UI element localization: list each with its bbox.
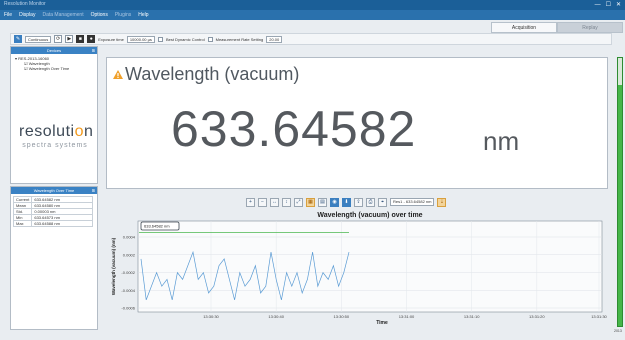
y-tick-label: -0.0006 — [121, 306, 135, 311]
print-icon[interactable]: ⎙ — [366, 197, 375, 207]
zoom-in-icon[interactable]: + — [246, 197, 255, 207]
minimize-button[interactable]: — — [595, 0, 601, 10]
table-row: Max 633.64588 nm — [12, 220, 93, 227]
devices-panel-title: Devices — [46, 48, 62, 53]
plot-area — [137, 220, 603, 313]
wavelength-unit: nm — [483, 126, 520, 156]
y-axis-label: Wavelength (vacuum) (nm) — [111, 237, 116, 295]
x-tick-label: 13:30:50 — [334, 314, 350, 319]
device-settings-button[interactable]: ✎ — [14, 35, 22, 43]
refresh-button[interactable]: ⟳ — [54, 35, 63, 43]
camera-icon[interactable]: ◉ — [330, 197, 339, 207]
x-tick-label: 13:31:20 — [529, 314, 545, 319]
stop-button[interactable]: ■ — [76, 35, 85, 43]
menu-options[interactable]: Options — [91, 12, 108, 18]
window-title: Resolution Monitor — [4, 1, 46, 7]
menu-data-management[interactable]: Data Management — [42, 12, 83, 18]
x-tick-label: 13:30:30 — [203, 314, 219, 319]
wavelength-value: 633.64582 — [171, 101, 417, 157]
x-tick-label: 13:31:30 — [591, 314, 607, 319]
company-logo: resolution spectra systems — [19, 123, 94, 149]
stat-key: Current — [12, 196, 33, 203]
menu-bar: File Display Data Management Options Plu… — [0, 10, 625, 20]
acquisition-toolbar: ✎ Continuous ⟳ ▶ ■ ● Exposure time 10000… — [10, 33, 612, 45]
y-tick-label: -0.0004 — [121, 288, 135, 293]
save-icon[interactable]: ⬇ — [342, 197, 351, 207]
dynamic-control-checkbox[interactable] — [207, 36, 213, 42]
chart-settings-icon[interactable]: ▤ — [318, 197, 327, 207]
window-controls: — ☐ ✕ — [595, 0, 621, 10]
menu-file[interactable]: File — [4, 12, 12, 18]
zoom-out-icon[interactable]: − — [258, 197, 267, 207]
graph-toolbar: + − ↔ ↕ ⤢ ▦ ▤ ◉ ⬇ ⇪ ⎙ ⌖ Res1 - 633.64582… — [246, 196, 447, 208]
tab-acquisition[interactable]: Acquisition — [491, 22, 557, 33]
pin-icon[interactable]: ⊞ — [92, 187, 95, 194]
signal-level-label: 2013 — [614, 329, 622, 333]
zoom-fit-icon[interactable]: ⤢ — [294, 197, 303, 207]
stats-panel-title: Wavelength Over Time — [33, 188, 75, 193]
y-tick-label: 0.0004 — [123, 235, 136, 240]
mode-tabs: Acquisition Replay — [491, 22, 623, 33]
record-button[interactable]: ● — [87, 35, 96, 43]
dynamic-control-label: Best Dynamic Control — [165, 36, 205, 42]
wavelength-chart: Wavelength (vacuum) over time 0.0004 0.000… — [106, 208, 608, 330]
x-tick-label: 13:31:10 — [464, 314, 480, 319]
zoom-x-icon[interactable]: ↔ — [270, 197, 279, 207]
pin-icon[interactable]: ⊞ — [92, 47, 95, 54]
wavelength-display: Wavelength (vacuum) 633.64582 nm — [106, 57, 608, 189]
stat-value: 633.64588 nm — [31, 220, 93, 227]
tree-item-label: Wavelength Over Time — [28, 66, 70, 71]
tab-replay[interactable]: Replay — [557, 22, 623, 33]
channel-select[interactable]: Res1 - 633.64582 nm — [390, 198, 435, 206]
warning-icon — [113, 70, 123, 79]
y-tick-label: 0.0002 — [123, 252, 136, 257]
zoom-y-icon[interactable]: ↕ — [282, 197, 291, 207]
exposure-auto-checkbox[interactable] — [157, 36, 163, 42]
chart-title: Wavelength (vacuum) over time — [317, 212, 422, 219]
mode-select[interactable]: Continuous — [25, 35, 52, 43]
x-axis-label: Time — [376, 320, 388, 326]
exposure-label: Exposure time — [98, 36, 124, 42]
close-button[interactable]: ✕ — [616, 0, 621, 10]
menu-display[interactable]: Display — [19, 12, 35, 18]
exposure-field[interactable]: 10000.00 µs — [126, 35, 155, 43]
pin-marker-icon[interactable]: ⇣ — [437, 197, 447, 207]
rate-label: Measurement Rate Setting — [215, 36, 264, 42]
autoscale-icon[interactable]: ▦ — [306, 197, 315, 207]
app-window: Resolution Monitor — ☐ ✕ File Display Da… — [0, 0, 625, 340]
logo-word: resolution — [19, 123, 94, 140]
x-tick-label: 13:31:00 — [399, 314, 415, 319]
title-bar: Resolution Monitor — ☐ ✕ — [0, 0, 625, 10]
export-icon[interactable]: ⇪ — [354, 197, 363, 207]
devices-panel-header: Devices ⊞ — [11, 47, 97, 54]
y-tick-label: -0.0002 — [121, 270, 135, 275]
rate-field[interactable]: 20.00 — [266, 35, 283, 43]
stats-panel: Wavelength Over Time ⊞ Current 633.64582 … — [10, 186, 98, 330]
x-tick-label: 13:30:40 — [268, 314, 284, 319]
stat-key: Max — [12, 220, 33, 227]
signal-level-bar — [617, 57, 623, 327]
cursor-icon[interactable]: ⌖ — [378, 197, 387, 207]
menu-plugins[interactable]: Plugins — [115, 12, 131, 18]
stats-panel-header: Wavelength Over Time ⊞ — [11, 187, 97, 194]
maximize-button[interactable]: ☐ — [606, 0, 611, 10]
stats-table: Current 633.64582 nm Mean 633.64580 nm Std… — [12, 196, 93, 227]
current-value-label: 633.64582 nm — [144, 224, 170, 229]
wavelength-title: Wavelength (vacuum) — [125, 64, 300, 84]
tree-item-wavelength-over-time[interactable]: ☑ Wavelength Over Time — [15, 66, 93, 71]
logo-subtitle: spectra systems — [22, 142, 88, 149]
device-tree: ▾ RES-2013-16060 ☑ Wavelength ☑ Waveleng… — [11, 54, 97, 73]
menu-help[interactable]: Help — [138, 12, 148, 18]
chart-svg: Wavelength (vacuum) over time 0.0004 0.000… — [111, 212, 608, 326]
devices-panel: Devices ⊞ ▾ RES-2013-16060 ☑ Wavelength … — [10, 46, 98, 184]
play-button[interactable]: ▶ — [65, 35, 74, 43]
signal-level-remaining — [618, 58, 622, 85]
